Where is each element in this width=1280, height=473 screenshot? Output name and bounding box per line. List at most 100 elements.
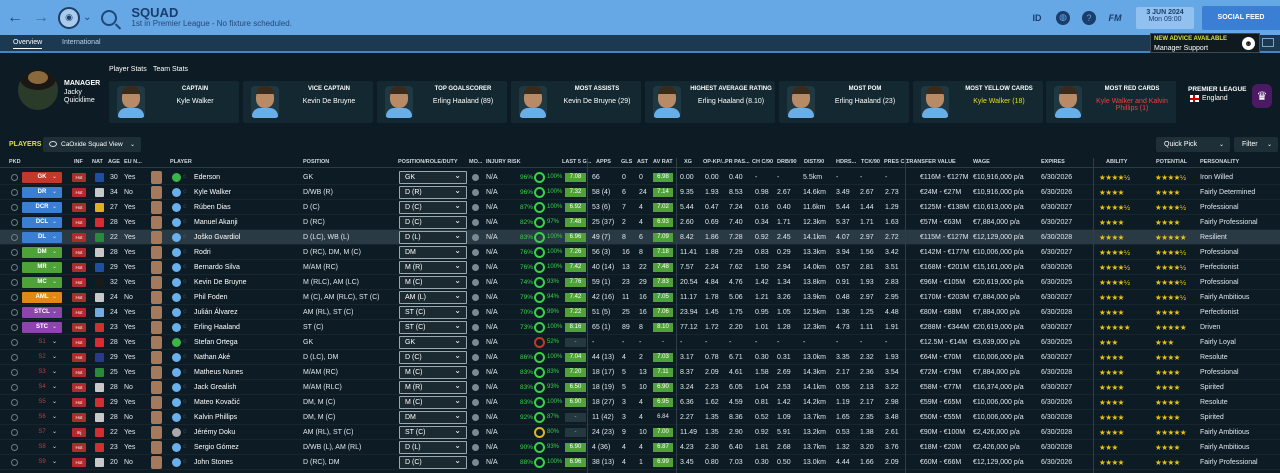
- column-header[interactable]: CH C/90: [752, 159, 773, 165]
- column-header[interactable]: POTENTIAL: [1156, 159, 1187, 165]
- table-row[interactable]: STCL ⌄ Hot 24 Yes ◌ Julián Álvarez AM (RL), ST …: [0, 305, 1280, 320]
- role-dropdown[interactable]: D (C): [399, 455, 467, 469]
- role-dropdown[interactable]: GK: [399, 170, 467, 184]
- help-icon[interactable]: ?: [1082, 10, 1096, 25]
- chevron-down-icon[interactable]: ⌄: [52, 410, 57, 425]
- column-header[interactable]: DRB/90: [777, 159, 797, 165]
- stat-card-most-pom[interactable]: MOST POM Erling Haaland (23): [779, 81, 909, 123]
- select-checkbox[interactable]: [11, 459, 18, 466]
- column-header[interactable]: POSITION/ROLE/DUTY: [398, 159, 458, 165]
- select-checkbox[interactable]: [11, 249, 18, 256]
- select-checkbox[interactable]: [11, 174, 18, 181]
- column-header[interactable]: EXPIRES: [1041, 159, 1065, 165]
- table-row[interactable]: GK⌄Hot30Yes◌EdersonGKGKN/A96%100%7.08660…: [0, 170, 1280, 185]
- select-checkbox[interactable]: [11, 309, 18, 316]
- select-checkbox[interactable]: [11, 429, 18, 436]
- stat-card-captain[interactable]: CAPTAIN Kyle Walker: [109, 81, 239, 123]
- monitor-icon[interactable]: [1262, 38, 1274, 47]
- column-header[interactable]: INJURY RISK: [486, 159, 521, 165]
- column-header[interactable]: XG: [684, 159, 692, 165]
- role-dropdown[interactable]: D (C): [399, 200, 467, 214]
- column-header[interactable]: HDRS...: [836, 159, 856, 165]
- player-name[interactable]: Jérémy Doku: [194, 425, 235, 440]
- fm-icon[interactable]: FM: [1102, 13, 1128, 23]
- column-header[interactable]: DIST/90: [804, 159, 824, 165]
- advice-panel[interactable]: NEW ADVICE AVAILABLE Manager Support ☻: [1150, 33, 1260, 53]
- chevron-down-icon[interactable]: ⌄: [52, 455, 57, 470]
- player-name[interactable]: Kyle Walker: [194, 185, 231, 200]
- column-header[interactable]: INF: [74, 159, 83, 165]
- chevron-down-icon[interactable]: ⌄: [52, 335, 57, 350]
- back-icon[interactable]: ←: [4, 7, 26, 29]
- player-name[interactable]: John Stones: [194, 455, 233, 470]
- globe-icon[interactable]: ◍: [1056, 10, 1070, 25]
- select-checkbox[interactable]: [11, 294, 18, 301]
- role-dropdown[interactable]: M (R): [399, 260, 467, 274]
- column-header[interactable]: NAT: [92, 159, 103, 165]
- manager-avatar[interactable]: [18, 70, 58, 110]
- select-checkbox[interactable]: [11, 369, 18, 376]
- player-name[interactable]: Manuel Akanji: [194, 215, 238, 230]
- social-feed-button[interactable]: SOCIAL FEED: [1202, 5, 1280, 30]
- chevron-down-icon[interactable]: ⌄: [52, 380, 57, 395]
- role-dropdown[interactable]: M (C): [399, 365, 467, 379]
- role-dropdown[interactable]: D (L): [399, 230, 467, 244]
- column-header[interactable]: AST: [637, 159, 648, 165]
- select-checkbox[interactable]: [11, 354, 18, 361]
- player-name[interactable]: Rúben Dias: [194, 200, 231, 215]
- role-dropdown[interactable]: M (C): [399, 275, 467, 289]
- column-header[interactable]: TRANSFER VALUE: [906, 159, 956, 165]
- column-header[interactable]: GLS: [621, 159, 632, 165]
- player-name[interactable]: Ederson: [194, 170, 220, 185]
- column-header[interactable]: PR PAS...: [725, 159, 750, 165]
- chevron-down-icon[interactable]: ⌄: [52, 305, 57, 320]
- player-name[interactable]: Kevin De Bruyne: [194, 275, 247, 290]
- player-name[interactable]: Bernardo Silva: [194, 260, 240, 275]
- stat-card-highest-average-rating[interactable]: HIGHEST AVERAGE RATING Erling Haaland (8.…: [645, 81, 775, 123]
- column-header[interactable]: AV RAT: [653, 159, 673, 165]
- player-name[interactable]: Jack Grealish: [194, 380, 236, 395]
- chevron-down-icon[interactable]: ⌄: [52, 215, 57, 230]
- select-checkbox[interactable]: [11, 264, 18, 271]
- table-row[interactable]: MR ⌄ Hot 29 Yes ◌ Bernardo Silva M/AM (RC) M (R)…: [0, 260, 1280, 275]
- player-name[interactable]: Joško Gvardiol: [194, 230, 240, 245]
- player-stats-tab[interactable]: Player Stats: [109, 66, 147, 73]
- squad-view-dropdown[interactable]: CaOxide Squad View ⌄: [43, 137, 141, 152]
- table-row[interactable]: S1⌄Hot28Yes◌Stefan OrtegaGKGKN/A52%-----…: [0, 335, 1280, 350]
- role-dropdown[interactable]: ST (C): [399, 305, 467, 319]
- chevron-down-icon[interactable]: ⌄: [52, 185, 57, 200]
- forward-icon[interactable]: →: [30, 7, 52, 29]
- player-name[interactable]: Matheus Nunes: [194, 365, 243, 380]
- tab-overview[interactable]: Overview: [13, 39, 43, 49]
- stat-card-most-yellow-cards[interactable]: MOST YELLOW CARDS Kyle Walker (18): [913, 81, 1043, 123]
- table-row[interactable]: MC ⌄ Hot 32 Yes ◌ Kevin De Bruyne M (RLC), AM (…: [0, 275, 1280, 290]
- role-dropdown[interactable]: ST (C): [399, 320, 467, 334]
- table-row[interactable]: S6⌄Hot28No◌Kalvin PhillipsDM, M (C)DMN/A…: [0, 410, 1280, 425]
- date-box[interactable]: 3 JUN 2024 Mon 09:00: [1136, 6, 1194, 29]
- player-name[interactable]: Rodri: [194, 245, 211, 260]
- club-crest-icon[interactable]: ◉: [58, 6, 80, 29]
- tab-international[interactable]: International: [62, 39, 101, 46]
- table-row[interactable]: S5⌄Hot29Yes◌Mateo KovačićDM, M (C)M (C)N…: [0, 395, 1280, 410]
- player-name[interactable]: Sergio Gómez: [194, 440, 239, 455]
- chevron-down-icon[interactable]: ⌄: [52, 275, 57, 290]
- player-name[interactable]: Phil Foden: [194, 290, 227, 305]
- chevron-down-icon[interactable]: ⌄: [52, 170, 57, 185]
- filter-button[interactable]: Filter ⌄: [1234, 137, 1278, 152]
- column-header[interactable]: OP-KP/...: [703, 159, 727, 165]
- chevron-down-icon[interactable]: ⌄: [52, 440, 57, 455]
- select-checkbox[interactable]: [11, 384, 18, 391]
- player-name[interactable]: Nathan Aké: [194, 350, 230, 365]
- chevron-down-icon[interactable]: ⌄: [52, 365, 57, 380]
- search-icon[interactable]: [101, 9, 118, 26]
- column-header[interactable]: APPS: [596, 159, 611, 165]
- table-row[interactable]: DM⌄Hot28Yes◌RodriD (RC), DM, M (C)DMN/A7…: [0, 245, 1280, 260]
- chevron-down-icon[interactable]: ⌄: [52, 230, 57, 245]
- player-name[interactable]: Kalvin Phillips: [194, 410, 237, 425]
- role-dropdown[interactable]: M (C): [399, 395, 467, 409]
- table-row[interactable]: S2⌄Hot29Yes◌Nathan AkéD (LC), DMD (C)N/A…: [0, 350, 1280, 365]
- role-dropdown[interactable]: M (R): [399, 380, 467, 394]
- chevron-down-icon[interactable]: ⌄: [52, 425, 57, 440]
- table-row[interactable]: AML ⌄ Hot 24 No ◌ Phil Foden M (C), AM (RLC), S…: [0, 290, 1280, 305]
- chevron-down-icon[interactable]: ⌄: [52, 395, 57, 410]
